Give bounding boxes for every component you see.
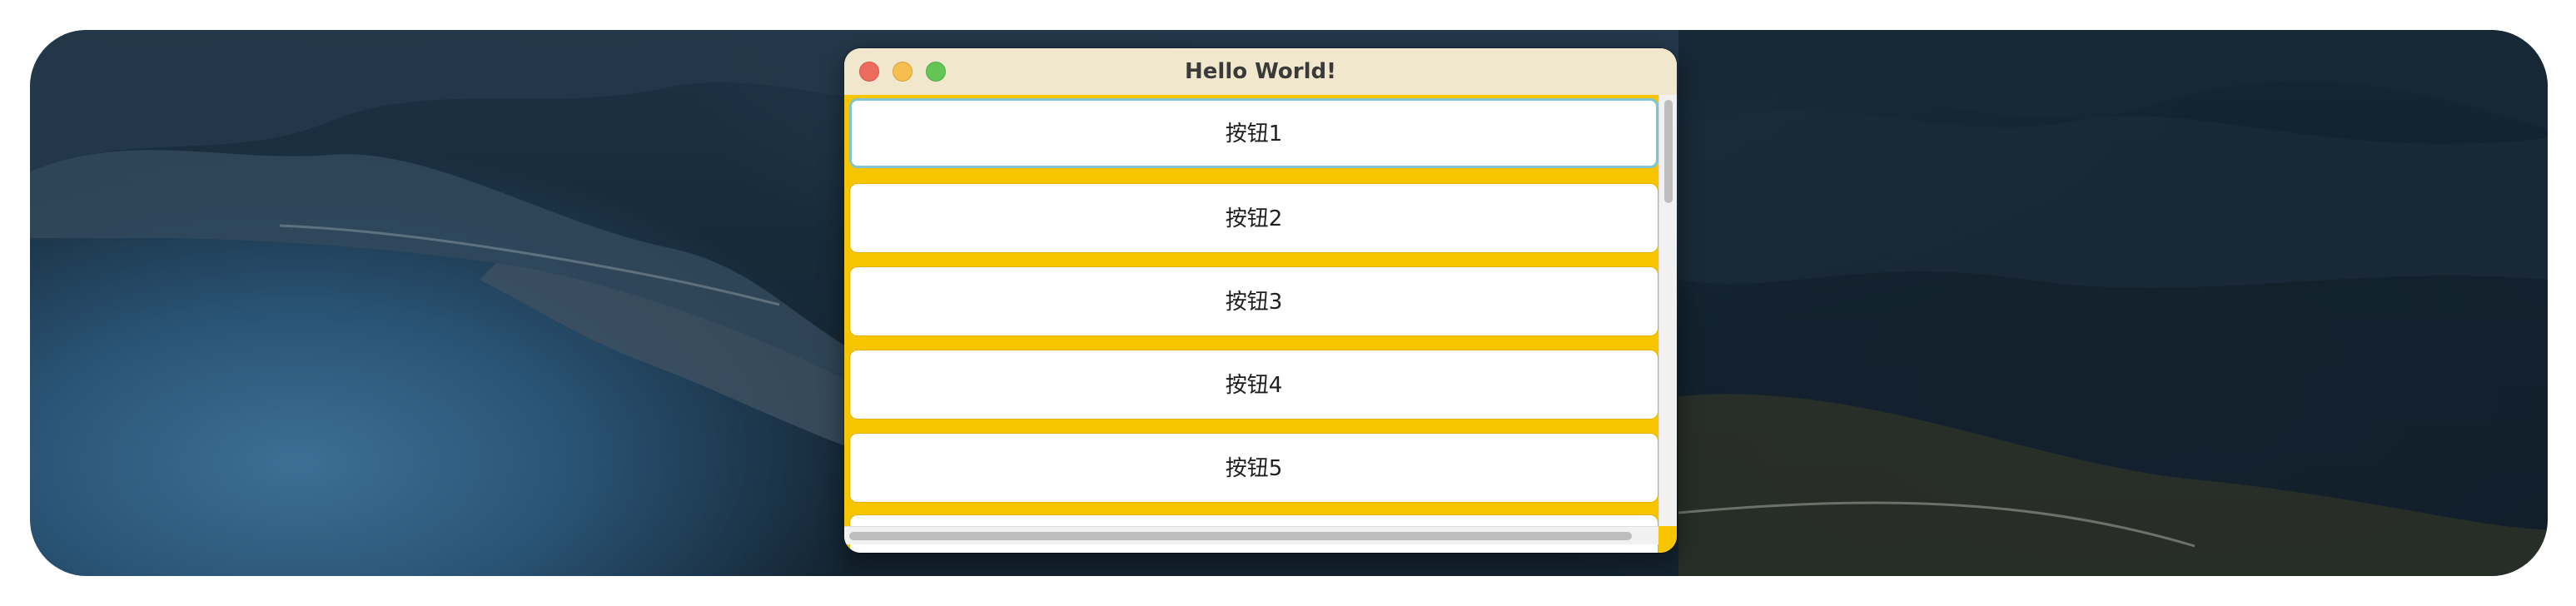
button-2[interactable]: 按钮2: [849, 183, 1658, 253]
window-title: Hello World!: [1185, 59, 1336, 84]
button-list-area: 按钮1 按钮2 按钮3 按钮4 按钮5: [844, 95, 1677, 553]
desktop-wallpaper: Hello World! 按钮1 按钮2 按钮3 按钮4 按钮5: [30, 30, 2548, 576]
vertical-scrollbar-thumb[interactable]: [1664, 100, 1673, 203]
app-window: Hello World! 按钮1 按钮2 按钮3 按钮4 按钮5: [844, 48, 1677, 553]
button-3[interactable]: 按钮3: [849, 266, 1658, 336]
button-4[interactable]: 按钮4: [849, 350, 1658, 420]
horizontal-scrollbar-thumb[interactable]: [849, 532, 1632, 540]
button-1[interactable]: 按钮1: [849, 98, 1658, 168]
window-titlebar[interactable]: Hello World!: [844, 48, 1677, 96]
vertical-scrollbar[interactable]: [1658, 95, 1677, 526]
horizontal-scrollbar[interactable]: [844, 526, 1658, 544]
button-5[interactable]: 按钮5: [849, 433, 1658, 503]
